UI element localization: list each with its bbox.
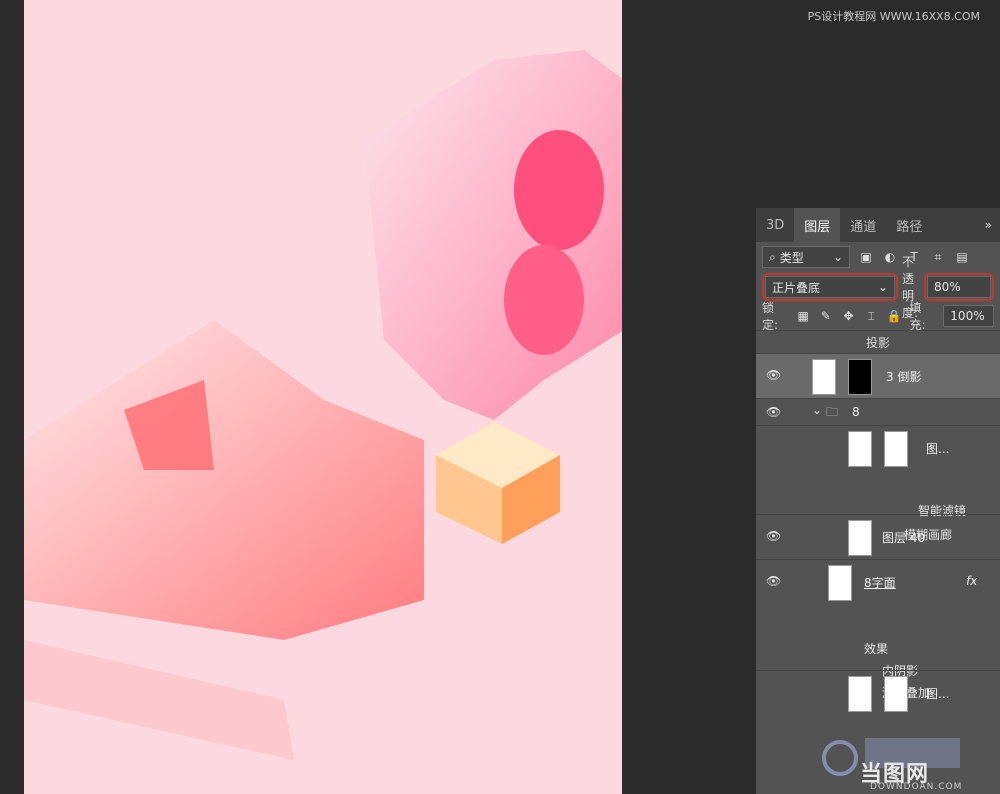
fill-label: 填充: (909, 301, 926, 332)
artwork-3-8 (24, 50, 622, 760)
layer-name: 图... (926, 687, 950, 701)
layer-filter-row: ⌕ 类型 ⌄ ▣ ◐ T ⌗ ▤ (756, 242, 1000, 272)
image-filter-icon[interactable]: ▣ (858, 249, 874, 265)
layer-name: 图... (926, 442, 950, 456)
group-row[interactable]: 👁 ⌄ 🗀 8 (756, 398, 1000, 425)
layer-row[interactable]: 图... (756, 425, 1000, 470)
filter-kind-label: 类型 (779, 250, 804, 265)
fill-input[interactable]: 100% (943, 305, 995, 327)
tab-channels[interactable]: 通道 (840, 208, 886, 242)
layer-row[interactable]: 👁 3 倒影 (756, 353, 1000, 398)
top-watermark: PS设计教程网 WWW.16XX8.COM (807, 10, 980, 23)
panel-tabs: 3D 图层 通道 路径 » (756, 208, 1000, 242)
tab-paths[interactable]: 路径 (886, 208, 932, 242)
chevron-down-icon: ⌄ (877, 280, 888, 294)
layer-thumbnail (848, 520, 872, 556)
layers-panel: 3D 图层 通道 路径 » ⌕ 类型 ⌄ ▣ ◐ T ⌗ ▤ 正片叠底 ⌄ 不透… (756, 208, 1000, 794)
tab-3d[interactable]: 3D (756, 208, 794, 242)
mask-thumbnail (884, 431, 908, 467)
lock-transparent-icon[interactable]: ▦ (796, 308, 811, 324)
panel-menu-icon[interactable]: » (985, 208, 1000, 242)
folder-icon: 🗀 (826, 405, 839, 419)
blend-opacity-row: 正片叠底 ⌄ 不透明度: 80% (756, 255, 1000, 320)
fx-icon[interactable]: fx (966, 574, 977, 588)
chevron-down-icon: ⌄ (832, 250, 843, 264)
layer-name: 图层 40 (882, 531, 926, 545)
fill-value: 100% (950, 309, 985, 323)
lock-paint-icon[interactable]: ✎ (818, 308, 833, 324)
layer-row[interactable]: 图... (756, 670, 1000, 715)
section-label-text: 投影 (865, 335, 890, 350)
watermark-sub: DOWNDOAN.COM (870, 782, 963, 792)
lock-all-icon[interactable]: 🔒 (887, 308, 902, 324)
lock-fill-row: 锁定: ▦ ✎ ✥ ⌶ 🔒 填充: 100% (756, 301, 1000, 332)
group-name: 8 (852, 405, 860, 419)
smartobject-filter-icon[interactable]: ▤ (954, 249, 970, 265)
document-canvas (24, 0, 622, 794)
search-icon: ⌕ (769, 249, 776, 264)
opacity-input[interactable]: 80% (927, 276, 991, 298)
layer-thumbnail (848, 431, 872, 467)
lock-move-icon[interactable]: ✥ (841, 308, 856, 324)
layer-thumbnail (848, 676, 872, 712)
layer-row[interactable]: 👁 8字面 fx (756, 559, 1000, 604)
lock-label: 锁定: (762, 301, 779, 332)
chevron-down-icon[interactable]: ⌄ (812, 403, 822, 417)
effects-label: 效果 (864, 642, 889, 656)
blend-mode-value: 正片叠底 (772, 280, 821, 295)
lock-artboard-icon[interactable]: ⌶ (864, 308, 879, 324)
filter-kind-select[interactable]: ⌕ 类型 ⌄ (762, 246, 850, 268)
eye-icon[interactable]: 👁 (766, 368, 782, 382)
adjustment-filter-icon[interactable]: ◐ (882, 249, 898, 265)
eye-icon[interactable]: 👁 (766, 529, 782, 543)
shape-filter-icon[interactable]: ⌗ (930, 249, 946, 265)
mask-thumbnail (848, 359, 872, 395)
layer-name: 3 倒影 (886, 370, 922, 384)
layer-thumbnail (812, 359, 836, 395)
layer-name: 8字面 (864, 576, 896, 590)
eye-icon[interactable]: 👁 (766, 574, 782, 588)
blend-mode-select[interactable]: 正片叠底 ⌄ (765, 276, 895, 298)
section-label: 投影 (756, 330, 1000, 353)
layer-row[interactable]: 👁 图层 40 (756, 514, 1000, 559)
eye-icon[interactable]: 👁 (766, 405, 782, 419)
layer-thumbnail (828, 565, 852, 601)
opacity-value: 80% (934, 280, 961, 294)
mask-thumbnail (884, 676, 908, 712)
tab-layers[interactable]: 图层 (794, 208, 841, 242)
